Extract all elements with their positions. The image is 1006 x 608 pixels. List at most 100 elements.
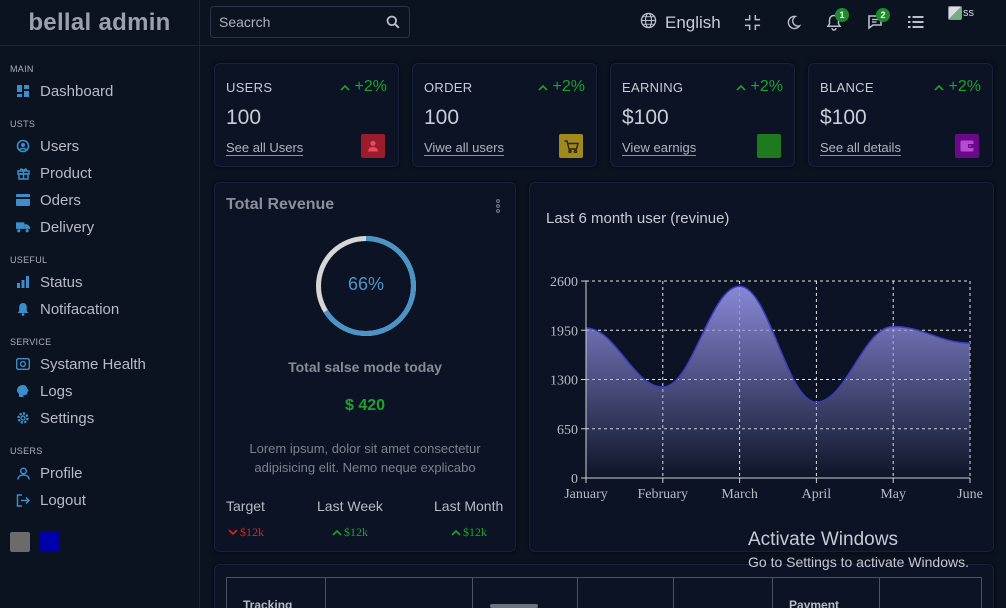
sidebar-item-orders[interactable]: Oders — [16, 190, 81, 210]
revenue-col-month-value: $12k — [451, 525, 487, 540]
y-tick-label: 1300 — [550, 374, 578, 389]
profile-icon — [16, 466, 30, 480]
money-icon — [757, 134, 781, 158]
messages-badge: 2 — [876, 8, 890, 22]
sidebar-item-label: Dashboard — [40, 82, 114, 100]
activation-subtitle: Go to Settings to activate Windows. — [748, 554, 969, 570]
x-tick-label: January — [564, 487, 608, 502]
stat-percent: +2% — [537, 78, 585, 96]
stat-value: $100 — [820, 106, 867, 129]
section-title-users: USERS — [10, 446, 43, 456]
stat-card-order: ORDER +2% 100 Viwe all users — [412, 63, 597, 167]
person-icon — [361, 134, 385, 158]
sidebar-item-label: Logout — [40, 491, 86, 509]
table-header-cell: Payment — [773, 578, 880, 608]
list-icon[interactable] — [908, 15, 924, 29]
stat-card-users: USERS +2% 100 See all Users — [214, 63, 399, 167]
bar-chart-icon — [16, 275, 30, 289]
section-title-useful: USEFUL — [10, 255, 48, 265]
language-selector[interactable]: English — [640, 12, 721, 34]
moon-icon[interactable] — [786, 15, 801, 30]
logout-icon — [16, 493, 30, 507]
revenue-subtitle: Total salse mode today — [288, 359, 442, 375]
stat-link[interactable]: Viwe all users — [424, 140, 504, 156]
windows-activation-notice: Activate Windows Go to Settings to activ… — [748, 529, 969, 570]
chevron-down-icon — [228, 529, 238, 536]
globe-icon — [640, 12, 657, 34]
messages-button[interactable]: 2 — [867, 8, 890, 35]
section-title-service: SERVICE — [10, 337, 52, 347]
theme-swatch-gray[interactable] — [10, 532, 30, 552]
stat-link[interactable]: See all details — [820, 140, 901, 156]
revenue-col-month-label: Last Month — [434, 498, 504, 514]
section-title-lists: USTS — [10, 119, 36, 129]
search-icon[interactable] — [386, 15, 400, 34]
stat-title: EARNING — [622, 80, 684, 95]
sidebar-item-logs[interactable]: Logs — [16, 381, 73, 401]
search-input[interactable] — [219, 14, 379, 30]
stat-value: 100 — [424, 106, 460, 129]
health-icon — [16, 357, 30, 371]
brand-name: bellal admin — [28, 9, 171, 36]
y-tick-label: 1950 — [550, 324, 578, 339]
revenue-amount: $ 420 — [344, 397, 386, 414]
y-tick-label: 0 — [571, 472, 578, 487]
table-header-cell — [326, 578, 473, 608]
x-tick-label: June — [957, 487, 983, 502]
sidebar-item-logout[interactable]: Logout — [16, 490, 86, 510]
total-revenue-card: Total Revenue 66% Total salse mode today… — [214, 182, 516, 552]
stat-card-balance: BLANCE +2% $100 See all details — [808, 63, 993, 167]
chevron-up-icon — [451, 529, 461, 536]
area-fill — [586, 286, 970, 478]
sidebar-item-label: Status — [40, 273, 83, 291]
sidebar-item-product[interactable]: Product — [16, 163, 92, 183]
sidebar-item-status[interactable]: Status — [16, 272, 83, 292]
theme-swatch-blue[interactable] — [40, 532, 60, 552]
fullscreen-exit-icon[interactable] — [744, 14, 761, 31]
search-box[interactable] — [210, 6, 410, 38]
x-tick-label: February — [638, 487, 689, 502]
revenue-title: Total Revenue — [226, 196, 335, 213]
x-tick-label: March — [721, 487, 758, 502]
table-header-cell — [880, 578, 981, 608]
revenue-description: Lorem ipsum, dolor sit amet consectetur … — [249, 441, 481, 475]
sidebar-item-label: Settings — [40, 409, 95, 427]
x-tick-label: May — [880, 487, 906, 502]
horizontal-scrollbar[interactable] — [490, 604, 538, 608]
bell-icon — [16, 302, 30, 316]
chevron-up-icon — [735, 84, 746, 91]
notifications-button[interactable]: 1 — [826, 8, 849, 36]
chevron-up-icon — [339, 84, 350, 91]
sidebar-item-label: Profile — [40, 464, 83, 482]
revenue-col-week-value: $12k — [332, 525, 368, 540]
section-title-main: MAIN — [10, 64, 34, 74]
y-tick-label: 650 — [557, 423, 578, 438]
sidebar-item-users[interactable]: Users — [16, 136, 79, 156]
sidebar-item-system-health[interactable]: Systame Health — [16, 354, 146, 374]
sidebar-item-dashboard[interactable]: Dashboard — [16, 81, 113, 101]
stat-title: BLANCE — [820, 80, 874, 95]
sidebar-item-profile[interactable]: Profile — [16, 463, 83, 483]
brain-icon — [16, 384, 30, 398]
sidebar-item-delivery[interactable]: Delivery — [16, 217, 94, 237]
users-icon — [16, 139, 30, 153]
sidebar-item-label: Logs — [40, 382, 73, 400]
y-tick-label: 2600 — [550, 275, 578, 290]
stat-percent: +2% — [339, 78, 387, 96]
sidebar-item-settings[interactable]: Settings — [16, 408, 94, 428]
sidebar-item-notification[interactable]: Notifacation — [16, 299, 119, 319]
sidebar-item-label: Delivery — [40, 218, 95, 236]
stat-value: 100 — [226, 106, 262, 129]
sidebar: MAIN Dashboard USTS Users Product Oders … — [0, 46, 200, 608]
sidebar-item-label: Product — [40, 164, 92, 182]
avatar[interactable]: ss — [948, 6, 974, 20]
brand[interactable]: bellal admin — [0, 0, 200, 46]
stat-link[interactable]: View earnigs — [622, 140, 697, 156]
stat-card-earning: EARNING +2% $100 View earnigs — [610, 63, 795, 167]
avatar-alt-text: ss — [963, 7, 974, 19]
stat-link[interactable]: See all Users — [226, 140, 304, 156]
more-vertical-icon[interactable] — [495, 199, 501, 218]
table-header-cell — [578, 578, 674, 608]
sidebar-item-label: Oders — [40, 191, 81, 209]
x-tick-label: April — [802, 487, 832, 502]
